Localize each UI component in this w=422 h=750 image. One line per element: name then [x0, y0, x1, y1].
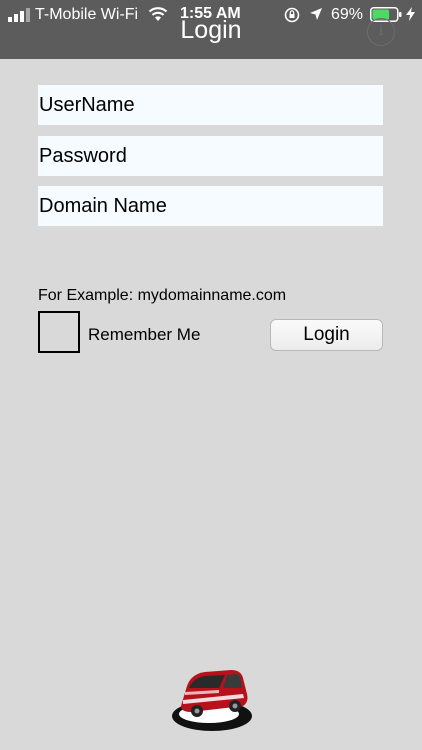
domain-name-field[interactable] [38, 186, 383, 226]
domain-example-hint: For Example: mydomainname.com [38, 287, 287, 304]
info-icon[interactable]: i [367, 18, 395, 46]
remember-me-checkbox[interactable] [38, 311, 80, 353]
navigation-bar: T-Mobile Wi-Fi 1:55 AM 69% Login i [0, 0, 422, 59]
remember-me-label[interactable]: Remember Me [88, 325, 200, 345]
username-field[interactable] [38, 85, 383, 125]
password-field[interactable] [38, 136, 383, 176]
page-title: Login [180, 16, 242, 44]
login-button[interactable]: Login [270, 319, 383, 351]
car-logo-icon [172, 670, 252, 731]
